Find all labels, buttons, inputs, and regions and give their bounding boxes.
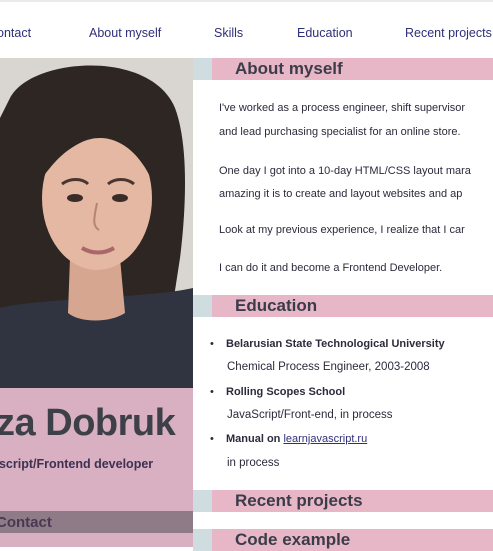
- about-paragraph-line: and lead purchasing specialist for an on…: [219, 126, 461, 138]
- heading-accent: [193, 529, 212, 551]
- about-paragraph-line: I can do it and become a Frontend Develo…: [219, 262, 443, 274]
- profile-photo: [0, 58, 193, 388]
- recent-projects-heading: Recent projects: [235, 491, 363, 510]
- about-paragraph-line: One day I got into a 10-day HTML/CSS lay…: [219, 165, 471, 177]
- education-item: • Rolling Scopes School: [210, 386, 345, 398]
- bullet-icon: •: [210, 386, 214, 398]
- education-heading: Education: [235, 296, 318, 315]
- education-item: • Manual on learnjavascript.ru: [210, 433, 367, 445]
- nav-item-education[interactable]: Education: [297, 26, 353, 40]
- education-item-title: Manual on: [226, 433, 284, 445]
- education-item-detail: in process: [227, 457, 280, 469]
- code-example-heading: Code example: [235, 530, 351, 549]
- education-item: • Belarusian State Technological Universi…: [210, 338, 445, 350]
- education-item-title: Belarusian State Technological Universit…: [226, 338, 445, 350]
- nav-item-contact[interactable]: ontact: [0, 26, 31, 40]
- education-heading-bar: Education: [193, 295, 493, 317]
- education-item-detail: JavaScript/Front-end, in process: [227, 409, 393, 421]
- heading-accent: [193, 490, 212, 512]
- recent-projects-heading-bar: Recent projects: [193, 490, 493, 512]
- code-example-heading-bar: Code example: [193, 529, 493, 551]
- about-paragraph-line: Look at my previous experience, I realiz…: [219, 224, 465, 236]
- about-heading: About myself: [235, 59, 343, 78]
- about-paragraph-line: amazing it is to create and layout websi…: [219, 188, 463, 200]
- about-paragraph-line: I've worked as a process engineer, shift…: [219, 102, 466, 114]
- about-heading-bar: About myself: [193, 58, 493, 80]
- learnjavascript-link[interactable]: learnjavascript.ru: [283, 433, 367, 445]
- heading-accent: [193, 295, 212, 317]
- profile-name: iza Dobruk: [0, 402, 176, 444]
- nav-item-recent-projects[interactable]: Recent projects: [405, 26, 492, 40]
- education-item-title: Rolling Scopes School: [226, 386, 346, 398]
- profile-role: ascript/Frontend developer: [0, 457, 154, 471]
- heading-accent: [193, 58, 212, 80]
- nav-item-skills[interactable]: Skills: [214, 26, 243, 40]
- nav-item-about[interactable]: About myself: [89, 26, 161, 40]
- bullet-icon: •: [210, 338, 214, 350]
- contact-heading: Contact: [0, 514, 52, 531]
- bullet-icon: •: [210, 433, 214, 445]
- education-item-detail: Chemical Process Engineer, 2003-2008: [227, 361, 430, 373]
- top-nav: ontact About myself Skills Education Rec…: [0, 0, 493, 64]
